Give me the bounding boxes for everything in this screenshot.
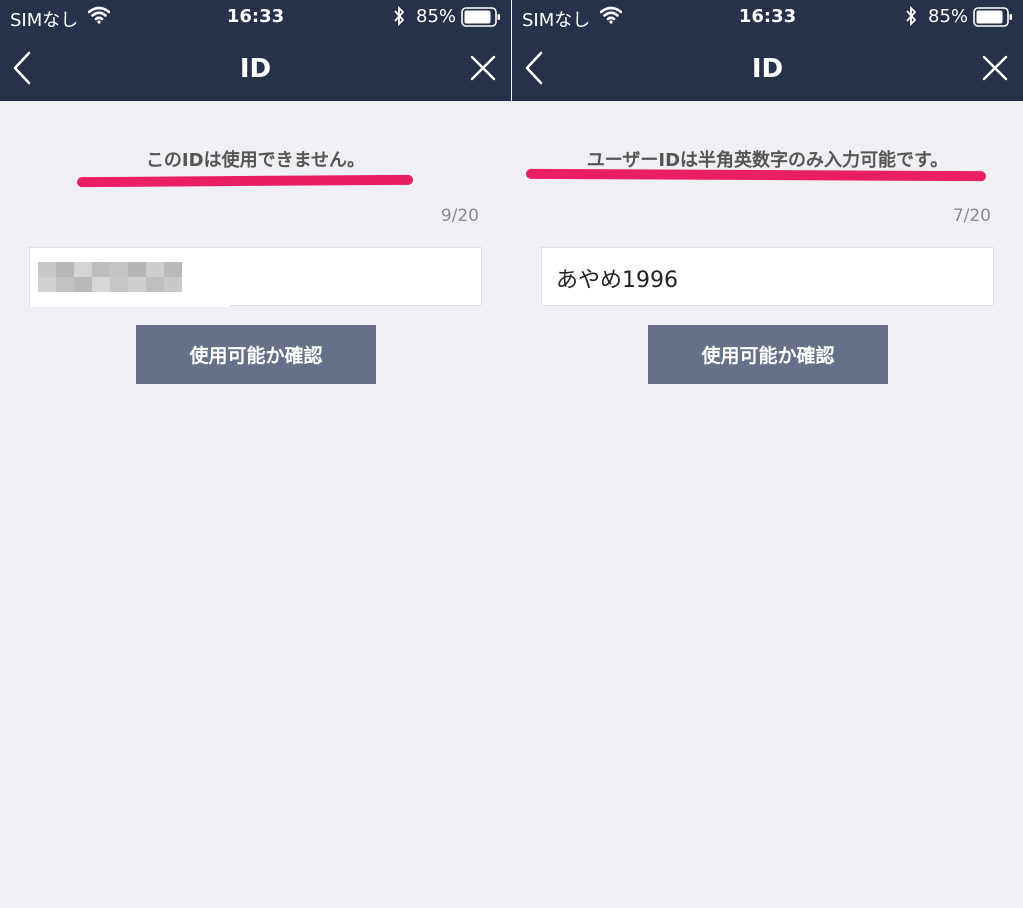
highlight-underline [76,174,414,188]
screen-id-unavailable: SIMなし 16:33 85% ID このIDは使用できません。 9/20 使用… [0,0,511,908]
screen-id-invalid-chars: SIMなし 16:33 85% ID ユーザーIDは半角英数字のみ入力可能です。… [512,0,1023,908]
status-bar: SIMなし 16:33 85% [0,0,511,34]
page-title: ID [239,54,272,84]
id-input[interactable]: あやめ1996 [541,247,994,306]
id-input[interactable] [29,247,482,307]
battery-icon [973,7,1012,27]
nav-bar: ID [0,34,511,101]
bluetooth-icon [394,6,405,26]
error-message: ユーザーIDは半角英数字のみ入力可能です。 [586,150,949,171]
page-title: ID [751,54,784,84]
header: SIMなし 16:33 85% ID [0,0,511,101]
char-counter: 7/20 [952,206,991,226]
check-availability-button[interactable]: 使用可能か確認 [136,325,376,384]
id-input-value: あやめ1996 [556,268,678,293]
app-root: SIMなし 16:33 85% ID このIDは使用できません。 9/20 使用… [0,0,1023,908]
char-counter: 9/20 [440,206,479,226]
bluetooth-icon [906,6,917,26]
error-message: このIDは使用できません。 [145,150,366,171]
close-icon[interactable] [470,55,496,81]
status-bar: SIMなし 16:33 85% [512,0,1023,34]
battery-icon [461,7,500,27]
highlight-underline [525,168,987,182]
pixelated-mask [30,248,230,307]
nav-bar: ID [512,34,1023,101]
header: SIMなし 16:33 85% ID [512,0,1023,101]
battery-percent: 85% [416,6,457,27]
close-icon[interactable] [982,55,1008,81]
check-availability-button[interactable]: 使用可能か確認 [648,325,888,384]
battery-percent: 85% [928,6,969,27]
